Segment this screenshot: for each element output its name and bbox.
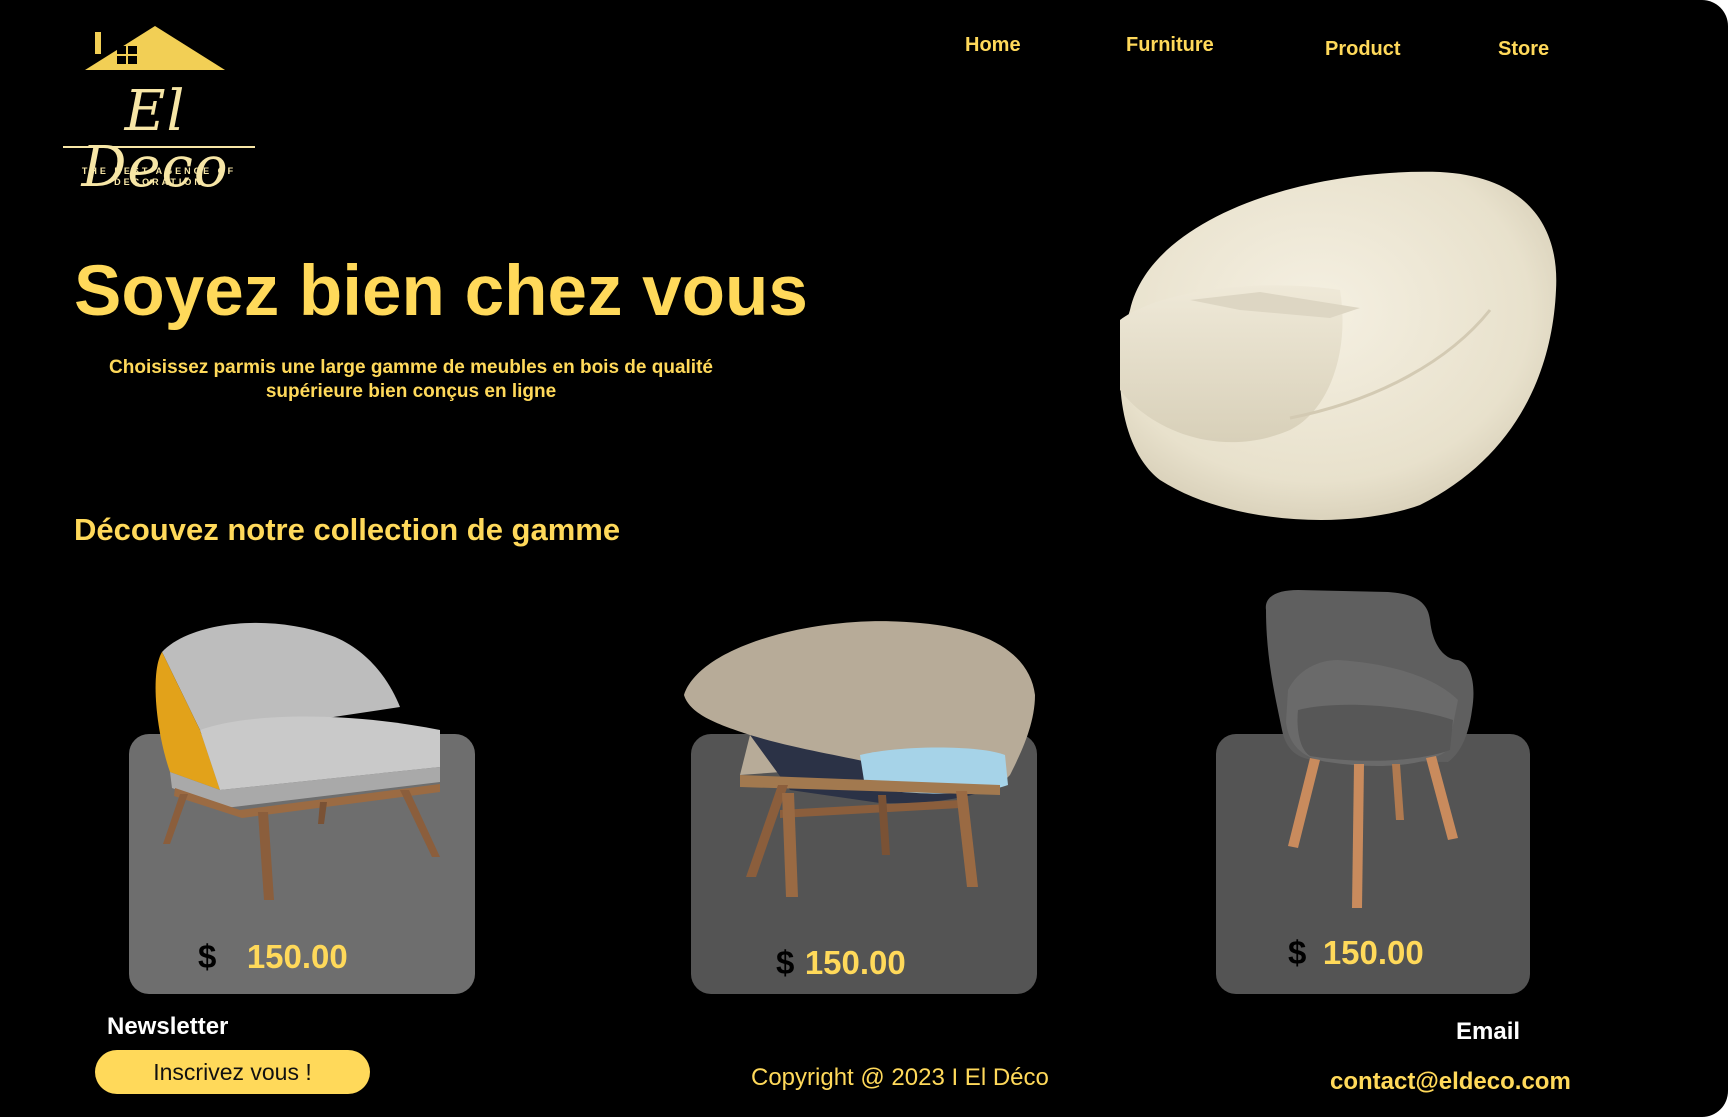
armchair-image [1265, 590, 1474, 908]
page: El Deco THE BEST AGENCE OF DECORATION Ho… [0, 0, 1728, 1117]
nav-furniture[interactable]: Furniture [1126, 34, 1214, 57]
armchair-image [684, 621, 1035, 897]
price-value: 150.00 [1322, 934, 1424, 971]
product-price: $ 150.00 [776, 944, 906, 982]
hero-title: Soyez bien chez vous [74, 252, 808, 331]
currency-symbol: $ [198, 938, 217, 975]
price-value: 150.00 [804, 944, 906, 981]
nav-home[interactable]: Home [965, 34, 1021, 57]
hero-subtitle: Choisissez parmis une large gamme de meu… [109, 357, 713, 402]
newsletter-signup-button[interactable]: Inscrivez vous ! [95, 1050, 370, 1094]
brand-tagline: THE BEST AGENCE OF DECORATION [81, 166, 237, 187]
currency-symbol: $ [776, 944, 795, 981]
collection-title: Découvez notre collection de gamme [74, 512, 621, 547]
product-price: $ 150.00 [198, 938, 348, 976]
newsletter-label: Newsletter [107, 1013, 229, 1040]
logo-divider [63, 146, 255, 148]
product-price: $ 150.00 [1288, 934, 1424, 972]
price-value: 150.00 [246, 938, 348, 975]
nav-product[interactable]: Product [1325, 38, 1401, 61]
brand-logo[interactable]: El Deco THE BEST AGENCE OF DECORATION [55, 22, 265, 196]
currency-symbol: $ [1288, 934, 1307, 971]
nav-store[interactable]: Store [1498, 38, 1549, 61]
email-label: Email [1456, 1018, 1521, 1045]
contact-email-link[interactable]: contact@eldeco.com [1330, 1068, 1571, 1096]
hero-armchair-image [1120, 171, 1557, 520]
copyright-text: Copyright @ 2023 I El Déco [751, 1064, 1049, 1091]
armchair-image [155, 622, 440, 900]
